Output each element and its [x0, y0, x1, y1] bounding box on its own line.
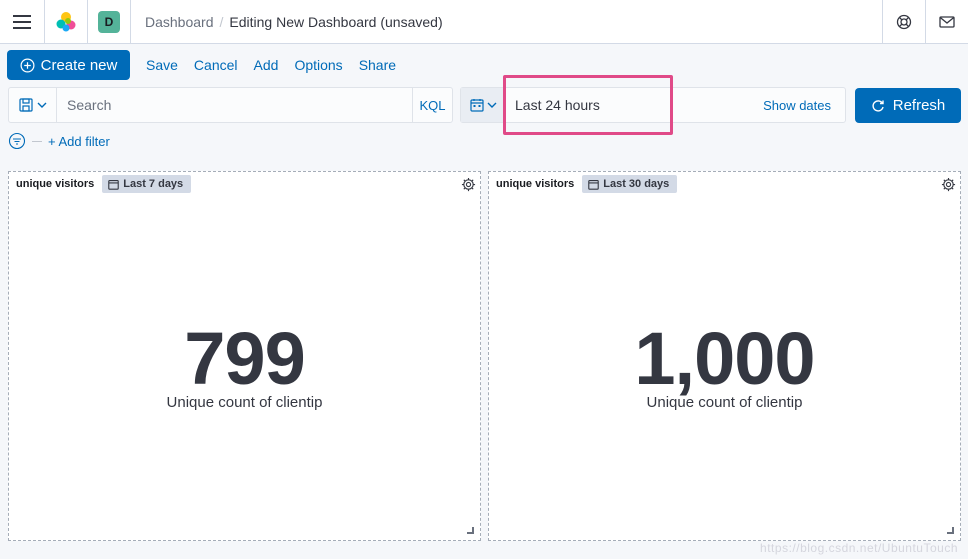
metric-label: Unique count of clientip — [646, 394, 803, 411]
cancel-link[interactable]: Cancel — [194, 57, 238, 73]
search-input[interactable]: Search — [57, 88, 412, 122]
menu-button[interactable] — [0, 0, 44, 44]
chevron-down-icon — [37, 102, 46, 108]
plus-circle-icon — [20, 58, 35, 72]
panel-header: unique visitors Last 7 days — [16, 175, 192, 193]
metric-panel: unique visitors Last 30 days 1,000 Uniqu… — [488, 171, 961, 541]
query-bar: Search KQL — [8, 87, 453, 123]
dashboard-toolbar: Create new Save Cancel Add Options Share — [0, 44, 968, 86]
filter-options-icon[interactable] — [8, 132, 26, 150]
watermark: https://blog.csdn.net/UbuntuTouch — [760, 541, 958, 555]
time-range-badge[interactable]: Last 30 days — [582, 175, 678, 193]
refresh-icon — [872, 99, 884, 112]
calendar-icon — [588, 179, 600, 190]
time-range-badge-label: Last 7 days — [123, 178, 184, 190]
add-link[interactable]: Add — [254, 57, 279, 73]
breadcrumb-separator: / — [219, 13, 224, 30]
help-button[interactable] — [882, 0, 925, 44]
panel-title: unique visitors — [496, 178, 575, 190]
metric: 799 Unique count of clientip — [9, 317, 480, 412]
calendar-icon — [108, 179, 120, 190]
saved-query-button[interactable] — [9, 88, 57, 122]
panel-options-button[interactable] — [939, 175, 957, 193]
create-new-button[interactable]: Create new — [7, 50, 130, 80]
save-icon — [18, 98, 33, 112]
save-link[interactable]: Save — [146, 57, 178, 73]
top-header: D Dashboard / Editing New Dashboard (uns… — [0, 0, 968, 44]
newsfeed-button[interactable] — [925, 0, 968, 44]
space-initial: D — [98, 10, 120, 33]
space-avatar[interactable]: D — [88, 0, 130, 44]
refresh-button[interactable]: Refresh — [855, 88, 961, 123]
resize-handle[interactable] — [467, 527, 474, 534]
resize-handle[interactable] — [947, 527, 954, 534]
chevron-down-icon — [487, 102, 496, 108]
mail-icon — [939, 16, 955, 28]
options-link[interactable]: Options — [294, 57, 342, 73]
panel-title: unique visitors — [16, 178, 95, 190]
metric-label: Unique count of clientip — [166, 394, 323, 411]
quick-menu-button[interactable] — [461, 88, 505, 122]
breadcrumb: Dashboard / Editing New Dashboard (unsav… — [145, 14, 443, 30]
create-new-label: Create new — [40, 56, 118, 74]
elastic-logo[interactable] — [45, 0, 87, 44]
show-dates-link[interactable]: Show dates — [763, 88, 845, 122]
header-right — [882, 0, 968, 44]
metric-panel: unique visitors Last 7 days 799 Unique c… — [8, 171, 481, 541]
panel-header: unique visitors Last 30 days — [496, 175, 678, 193]
time-range-badge[interactable]: Last 7 days — [102, 175, 192, 193]
gear-icon — [941, 177, 955, 191]
breadcrumb-current: Editing New Dashboard (unsaved) — [229, 13, 443, 30]
panel-options-button[interactable] — [459, 175, 477, 193]
breadcrumb-dashboard[interactable]: Dashboard — [145, 14, 214, 30]
filter-bar: + Add filter — [8, 131, 110, 151]
elastic-logo-icon — [56, 11, 76, 31]
time-range-badge-label: Last 30 days — [603, 178, 670, 190]
gear-icon — [461, 177, 475, 191]
filter-divider — [32, 140, 42, 142]
menu-icon — [13, 14, 31, 29]
header-divider — [130, 0, 131, 44]
kql-toggle[interactable]: KQL — [412, 88, 452, 122]
refresh-label: Refresh — [892, 97, 946, 114]
help-icon — [896, 14, 912, 30]
share-link[interactable]: Share — [359, 57, 396, 73]
metric: 1,000 Unique count of clientip — [489, 317, 960, 412]
calendar-icon — [469, 99, 484, 112]
metric-value: 1,000 — [634, 317, 815, 400]
add-filter-button[interactable]: + Add filter — [48, 134, 110, 149]
highlight-box — [503, 75, 673, 135]
metric-value: 799 — [184, 317, 305, 400]
